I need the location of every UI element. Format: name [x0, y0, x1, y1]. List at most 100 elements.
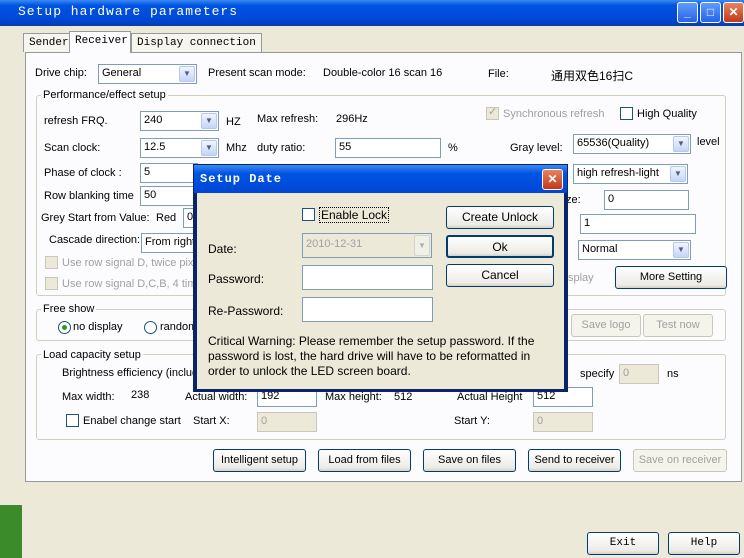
drive-chip-select[interactable]: General ▼ — [98, 64, 197, 84]
cascade-direction-value: From right — [145, 236, 196, 248]
close-window-button[interactable]: ✕ — [723, 2, 744, 23]
repassword-label: Re-Password: — [208, 304, 284, 318]
tab-display-connection[interactable]: Display connection — [131, 33, 262, 52]
random-radio[interactable] — [144, 321, 157, 334]
intelligent-setup-button[interactable]: Intelligent setup — [213, 449, 306, 472]
cascade-direction-label: Cascade direction: — [49, 234, 141, 246]
start-y-input[interactable]: 0 — [533, 412, 593, 432]
save-on-receiver-button[interactable]: Save on receiver — [633, 449, 727, 472]
tab-sender[interactable]: Sender — [23, 33, 75, 52]
tab-receiver[interactable]: Receiver — [69, 31, 131, 53]
row-blanking-label: Row blanking time — [44, 190, 134, 202]
cascade-direction-select[interactable]: From right — [141, 233, 198, 253]
maximize-button[interactable]: □ — [700, 2, 721, 23]
file-value: 通用双色16扫C — [551, 69, 634, 83]
save-on-files-button[interactable]: Save on files — [423, 449, 516, 472]
high-quality-checkbox[interactable] — [620, 107, 633, 120]
start-x-label: Start X: — [193, 415, 230, 427]
refresh-frq-select[interactable]: 240 ▼ — [140, 111, 219, 131]
refresh-unit: HZ — [226, 116, 241, 128]
refresh-frq-value: 240 — [144, 114, 163, 126]
max-height-value: 512 — [394, 391, 413, 403]
chevron-down-icon: ▼ — [201, 113, 217, 129]
row-signal-dcb-checkbox[interactable] — [45, 277, 58, 290]
row-signal-d-label: Use row signal D, twice pixe — [62, 257, 200, 269]
chevron-down-icon: ▼ — [673, 242, 689, 258]
scan-mode-label: Present scan mode: — [208, 67, 306, 79]
duty-ratio-input[interactable]: 55 — [335, 138, 441, 158]
max-refresh-label: Max refresh: — [257, 113, 319, 125]
actual-height-label: Actual Height — [457, 391, 523, 403]
display-label: splay — [568, 272, 594, 284]
gray-level-unit: level — [697, 136, 720, 148]
max-refresh-value: 296Hz — [336, 113, 368, 125]
scan-clock-unit: Mhz — [226, 142, 247, 154]
max-height-label: Max height: — [325, 391, 382, 403]
enable-lock-label: Enable Lock — [319, 207, 390, 223]
no-display-label: no display — [73, 321, 123, 333]
ok-button[interactable]: Ok — [446, 235, 554, 258]
test-now-button[interactable]: Test now — [643, 314, 713, 337]
chevron-down-icon: ▼ — [673, 136, 689, 152]
exit-button[interactable]: Exit — [587, 532, 659, 555]
start-x-input[interactable]: 0 — [257, 412, 317, 432]
more-setting-button[interactable]: More Setting — [615, 266, 727, 289]
actual-width-label: Actual width: — [185, 391, 248, 403]
cancel-button[interactable]: Cancel — [446, 264, 554, 287]
normal-select[interactable]: Normal ▼ — [578, 240, 691, 260]
date-value: 2010-12-31 — [306, 238, 363, 250]
row-signal-d-checkbox[interactable] — [45, 256, 58, 269]
performance-group-title: Performance/effect setup — [41, 89, 168, 101]
normal-value: Normal — [582, 243, 618, 255]
drive-chip-label: Drive chip: — [35, 67, 87, 79]
refresh-mode-select[interactable]: high refresh-light ▼ — [573, 164, 688, 184]
random-label: random — [160, 321, 198, 333]
enable-lock-checkbox[interactable] — [302, 208, 315, 221]
sync-refresh-checkbox[interactable] — [486, 105, 499, 120]
drive-chip-value: General — [102, 67, 142, 79]
scan-clock-select[interactable]: 12.5 ▼ — [140, 138, 219, 158]
date-label: Date: — [208, 242, 237, 256]
specify-input[interactable]: 0 — [619, 364, 659, 384]
high-quality-label: High Quality — [637, 108, 697, 120]
duty-ratio-label: duty ratio: — [257, 142, 306, 154]
dialog-close-button[interactable]: ✕ — [542, 169, 563, 190]
password-label: Password: — [208, 272, 265, 286]
password-input[interactable] — [302, 265, 433, 290]
enable-change-start-checkbox[interactable] — [66, 414, 79, 427]
gray-level-select[interactable]: 65536(Quality) ▼ — [573, 134, 691, 154]
brightness-label: Brightness efficiency (includ — [62, 367, 199, 379]
save-logo-button[interactable]: Save logo — [571, 314, 641, 337]
dialog-body: Enable Lock Create Unlock Date: 2010-12-… — [197, 193, 564, 389]
chevron-down-icon: ▼ — [670, 166, 686, 182]
row-signal-dcb-label: Use row signal D,C,B, 4 tim — [62, 278, 197, 290]
specify-label: specify — [580, 368, 615, 380]
phase-clock-select[interactable]: 5 — [140, 163, 198, 183]
scan-mode-value: Double-color 16 scan 16 — [323, 67, 443, 79]
size-input[interactable]: 0 — [604, 190, 689, 210]
critical-warning-text: Critical Warning: Please remember the se… — [208, 334, 535, 378]
repassword-input[interactable] — [302, 297, 433, 322]
start-y-label: Start Y: — [454, 415, 490, 427]
field-one-input[interactable]: 1 — [580, 214, 696, 234]
max-width-label: Max width: — [62, 391, 115, 403]
refresh-mode-value: high refresh-light — [577, 167, 659, 179]
gray-level-value: 65536(Quality) — [577, 137, 650, 149]
dialog-title: Setup Date — [200, 172, 283, 186]
setup-date-dialog: Setup Date ✕ Enable Lock Create Unlock D… — [193, 164, 568, 392]
chevron-down-icon: ▼ — [414, 235, 430, 256]
enable-change-start-label: Enabel change start — [83, 415, 181, 427]
create-unlock-button[interactable]: Create Unlock — [446, 206, 554, 229]
desktop-background — [0, 505, 22, 558]
no-display-radio[interactable] — [58, 321, 71, 334]
help-button[interactable]: Help — [668, 532, 740, 555]
size-label: ze: — [566, 194, 581, 206]
date-picker[interactable]: 2010-12-31 ▼ — [302, 233, 432, 258]
send-to-receiver-button[interactable]: Send to receiver — [528, 449, 621, 472]
window-title: Setup hardware parameters — [18, 4, 239, 19]
load-from-files-button[interactable]: Load from files — [318, 449, 411, 472]
file-label: File: — [488, 68, 509, 80]
minimize-button[interactable]: _ — [677, 2, 698, 23]
row-blanking-input[interactable]: 50 — [140, 186, 198, 206]
gray-level-label: Gray level: — [510, 142, 563, 154]
